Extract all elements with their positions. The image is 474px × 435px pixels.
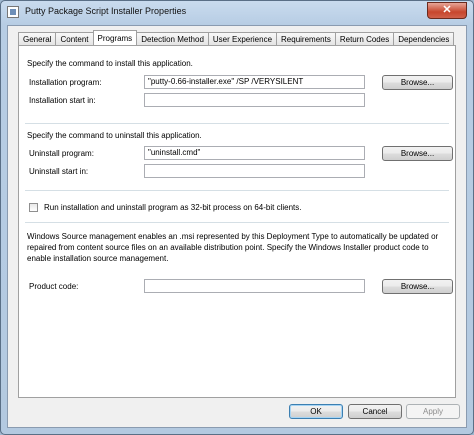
product-code-input[interactable] bbox=[144, 279, 365, 293]
window-icon bbox=[7, 6, 19, 18]
run-32bit-checkbox[interactable] bbox=[29, 203, 38, 212]
uninstall-program-input[interactable]: "uninstall.cmd" bbox=[144, 146, 365, 160]
uninstall-start-in-label: Uninstall start in: bbox=[29, 167, 89, 176]
tab-content[interactable]: Content bbox=[55, 32, 94, 45]
close-icon: ✕ bbox=[442, 4, 452, 16]
close-button[interactable]: ✕ bbox=[427, 2, 467, 19]
ok-button[interactable]: OK bbox=[289, 404, 343, 419]
tab-requirements[interactable]: Requirements bbox=[276, 32, 336, 45]
installation-program-label: Installation program: bbox=[29, 78, 102, 87]
tab-programs[interactable]: Programs bbox=[92, 30, 138, 45]
install-heading: Specify the command to install this appl… bbox=[27, 59, 193, 68]
source-management-description: Windows Source management enables an .ms… bbox=[27, 232, 439, 263]
installation-start-in-label: Installation start in: bbox=[29, 96, 96, 105]
tab-general[interactable]: General bbox=[18, 32, 57, 45]
cancel-button[interactable]: Cancel bbox=[348, 404, 402, 419]
apply-button[interactable]: Apply bbox=[406, 404, 460, 419]
tab-detection-method[interactable]: Detection Method bbox=[136, 32, 209, 45]
uninstall-start-in-input[interactable] bbox=[144, 164, 365, 178]
uninstall-program-label: Uninstall program: bbox=[29, 149, 94, 158]
title-bar[interactable]: Putty Package Script Installer Propertie… bbox=[1, 1, 473, 23]
installation-start-in-input[interactable] bbox=[144, 93, 365, 107]
product-code-label: Product code: bbox=[29, 282, 79, 291]
run-32bit-label: Run installation and uninstall program a… bbox=[44, 203, 302, 212]
section-divider bbox=[25, 222, 449, 223]
window-title: Putty Package Script Installer Propertie… bbox=[25, 6, 187, 16]
tab-strip: General Content Programs Detection Metho… bbox=[18, 30, 455, 46]
uninstall-browse-button[interactable]: Browse... bbox=[382, 146, 453, 161]
installation-program-input[interactable]: "putty-0.66-installer.exe" /SP /VERYSILE… bbox=[144, 75, 365, 89]
tab-dependencies[interactable]: Dependencies bbox=[393, 32, 455, 45]
tab-user-experience[interactable]: User Experience bbox=[207, 32, 278, 45]
product-code-browse-button[interactable]: Browse... bbox=[382, 279, 453, 294]
uninstall-heading: Specify the command to uninstall this ap… bbox=[27, 131, 202, 140]
properties-window: Putty Package Script Installer Propertie… bbox=[0, 0, 474, 435]
programs-panel: Specify the command to install this appl… bbox=[18, 45, 456, 398]
install-browse-button[interactable]: Browse... bbox=[382, 75, 453, 90]
dialog-body: General Content Programs Detection Metho… bbox=[7, 25, 467, 428]
tab-return-codes[interactable]: Return Codes bbox=[334, 32, 395, 45]
section-divider bbox=[25, 190, 449, 191]
section-divider bbox=[25, 123, 449, 124]
